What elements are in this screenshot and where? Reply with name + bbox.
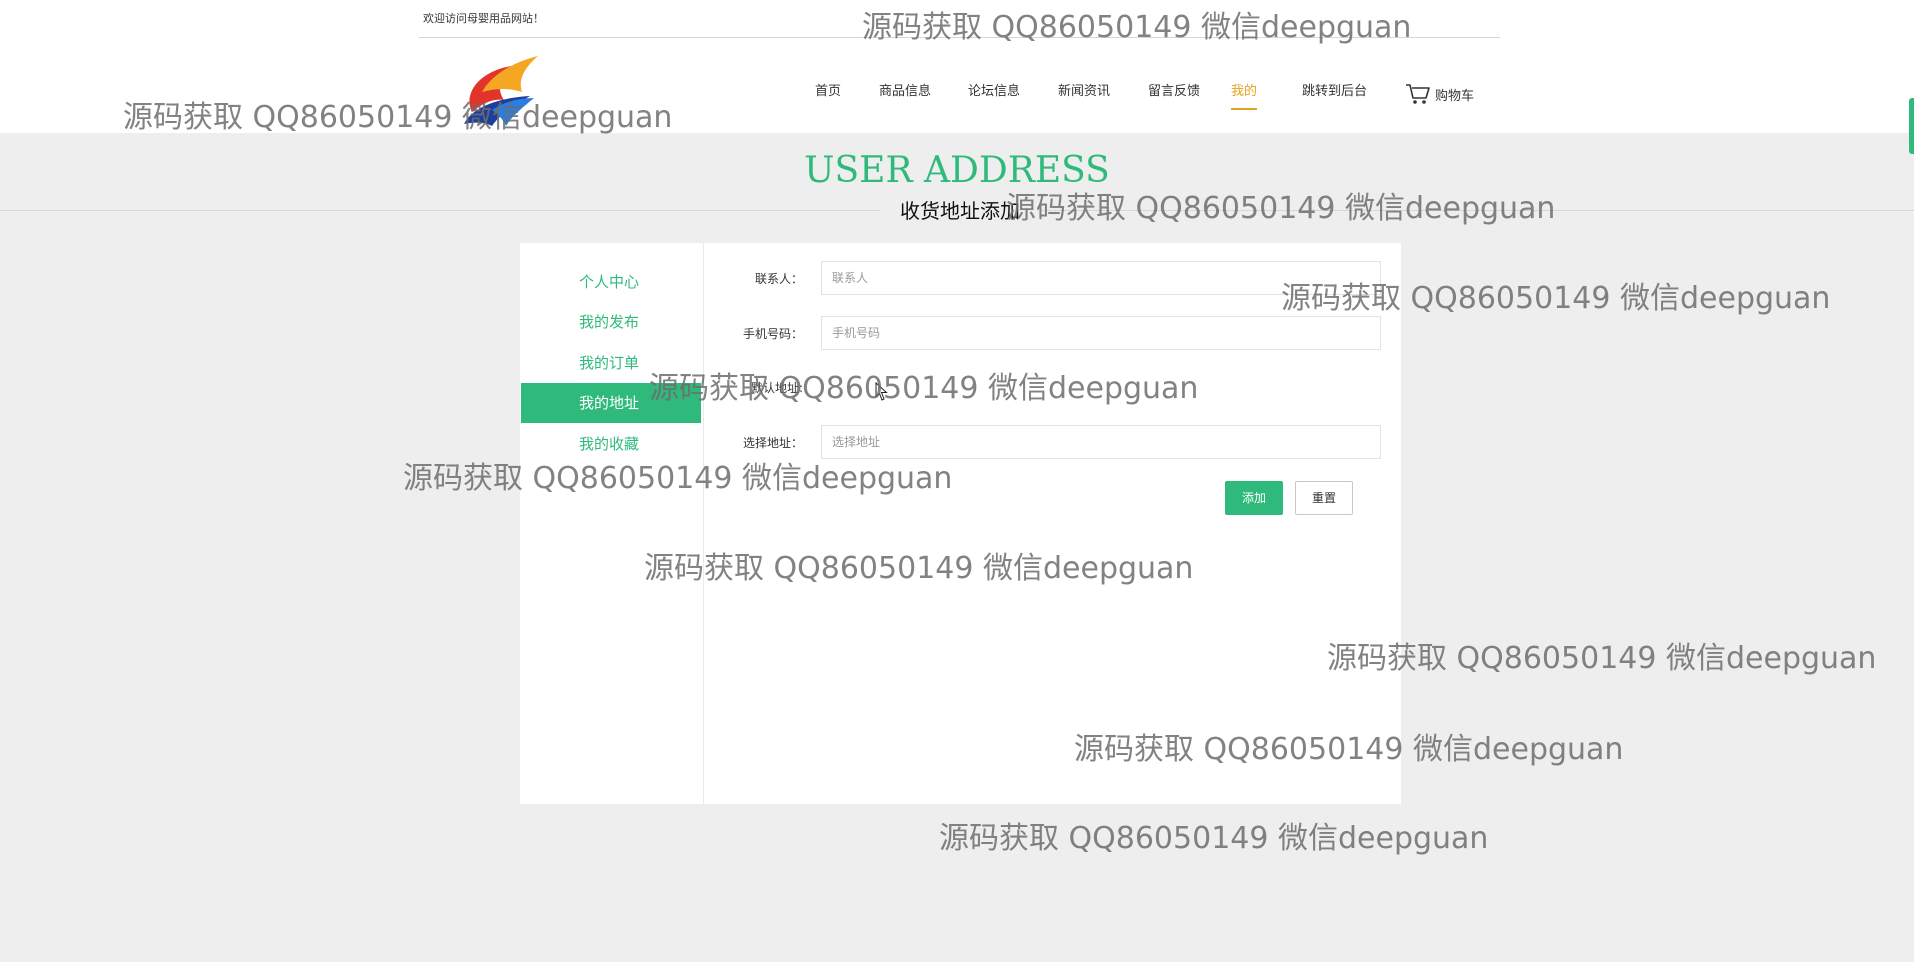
- sidebar-item-favorites[interactable]: 我的收藏: [521, 424, 701, 464]
- sidebar-item-orders[interactable]: 我的订单: [521, 343, 701, 383]
- sidebar-item-posts[interactable]: 我的发布: [521, 302, 701, 342]
- nav-products[interactable]: 商品信息: [879, 84, 931, 110]
- side-float-tab[interactable]: [1909, 98, 1914, 154]
- default-address-row: 默认地址:: [703, 370, 1401, 406]
- phone-label: 手机号码：: [742, 327, 803, 341]
- top-header: 欢迎访问母婴用品网站！ 首页 商品信息 论坛信息 新闻资讯 留言反馈 我的 跳转…: [0, 0, 1914, 133]
- nav-home[interactable]: 首页: [815, 84, 841, 110]
- contact-input[interactable]: 联系人: [821, 261, 1381, 295]
- sidebar-item-address[interactable]: 我的地址: [521, 383, 701, 423]
- page-title: USER ADDRESS: [804, 150, 1110, 191]
- contact-row: 联系人： 联系人: [703, 261, 1401, 297]
- cart-label: 购物车: [1435, 88, 1475, 104]
- reset-button[interactable]: 重置: [1295, 481, 1353, 515]
- nav-feedback[interactable]: 留言反馈: [1148, 84, 1200, 110]
- header-divider: [419, 37, 1500, 38]
- welcome-text: 欢迎访问母婴用品网站！: [423, 12, 544, 25]
- cart-link[interactable]: 购物车: [1405, 80, 1474, 108]
- content-panel: 个人中心 我的发布 我的订单 我的地址 我的收藏 联系人： 联系人 手机号码： …: [520, 243, 1401, 804]
- nav-mine[interactable]: 我的: [1231, 84, 1258, 110]
- nav-admin[interactable]: 跳转到后台: [1302, 84, 1367, 110]
- site-logo[interactable]: [452, 52, 544, 128]
- address-label: 选择地址：: [742, 436, 803, 450]
- watermark: 源码获取 QQ86050149 微信deepguan: [1327, 641, 1877, 676]
- contact-label: 联系人：: [754, 272, 803, 286]
- nav-forum[interactable]: 论坛信息: [968, 84, 1020, 110]
- phone-input[interactable]: 手机号码: [821, 316, 1381, 350]
- mouse-cursor-icon: [875, 382, 888, 401]
- page-subtitle: 收货地址添加: [880, 196, 1040, 226]
- phone-row: 手机号码： 手机号码: [703, 316, 1401, 352]
- cart-icon: [1406, 84, 1430, 104]
- watermark: 源码获取 QQ86050149 微信deepguan: [939, 821, 1489, 856]
- sidebar-item-profile[interactable]: 个人中心: [521, 262, 701, 302]
- address-row: 选择地址： 选择地址: [703, 425, 1401, 461]
- nav-news[interactable]: 新闻资讯: [1058, 84, 1110, 110]
- address-input[interactable]: 选择地址: [821, 425, 1381, 459]
- default-address-label: 默认地址:: [750, 381, 803, 395]
- add-button[interactable]: 添加: [1225, 481, 1283, 515]
- user-sidebar: 个人中心 我的发布 我的订单 我的地址 我的收藏: [520, 243, 704, 804]
